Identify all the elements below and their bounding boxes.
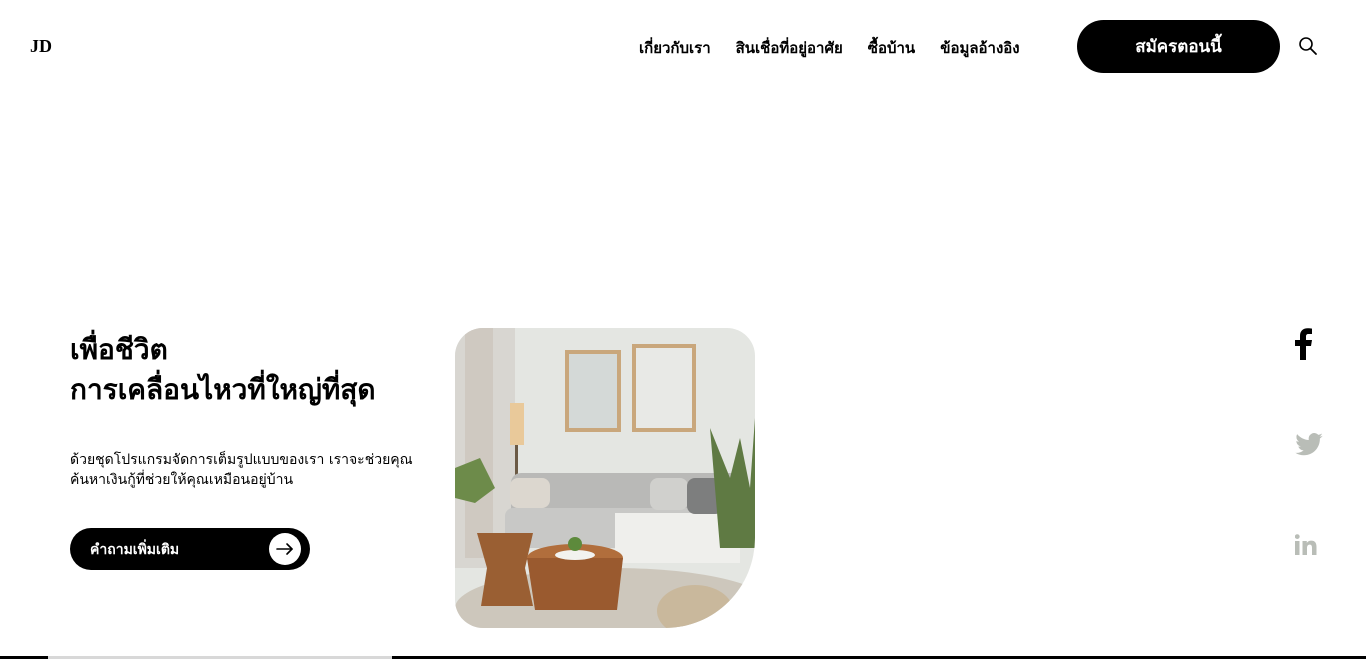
hero-title: เพื่อชีวิต การเคลื่อนไหวที่ใหญ่ที่สุด [70,330,376,410]
nav-item-home-loans[interactable]: สินเชื่อที่อยู่อาศัย [736,36,843,60]
hero-title-line1: เพื่อชีวิต [70,333,168,366]
more-questions-label: คำถามเพิ่มเติม [90,542,180,558]
hero-description-line1: ด้วยชุดโปรแกรมจัดการเต็มรูปแบบของเรา เรา… [70,452,413,468]
hero-title-line2: การเคลื่อนไหวที่ใหญ่ที่สุด [70,373,376,406]
main-nav: เกี่ยวกับเรา สินเชื่อที่อยู่อาศัย ซื้อบ้… [639,36,1045,60]
nav-item-buy-home[interactable]: ซื้อบ้าน [868,36,915,60]
arrow-right-icon [269,533,301,565]
living-room-photo [455,328,755,628]
twitter-icon[interactable] [1294,430,1324,464]
facebook-icon[interactable] [1290,328,1316,364]
nav-item-references[interactable]: ข้อมูลอ้างอิง [940,36,1019,60]
more-questions-button[interactable]: คำถามเพิ่มเติม [70,528,310,570]
nav-item-about[interactable]: เกี่ยวกับเรา [639,36,711,60]
site-logo[interactable]: JD [30,36,52,57]
hero-description: ด้วยชุดโปรแกรมจัดการเต็มรูปแบบของเรา เรา… [70,450,440,490]
apply-now-button[interactable]: สมัครตอนนี้ [1077,20,1280,73]
hero-description-line2: ค้นหาเงินกู้ที่ช่วยให้คุณเหมือนอยู่บ้าน [70,472,294,488]
search-icon[interactable] [1298,36,1318,56]
facebook-glyph [1295,328,1312,360]
linkedin-icon[interactable] [1294,534,1317,560]
